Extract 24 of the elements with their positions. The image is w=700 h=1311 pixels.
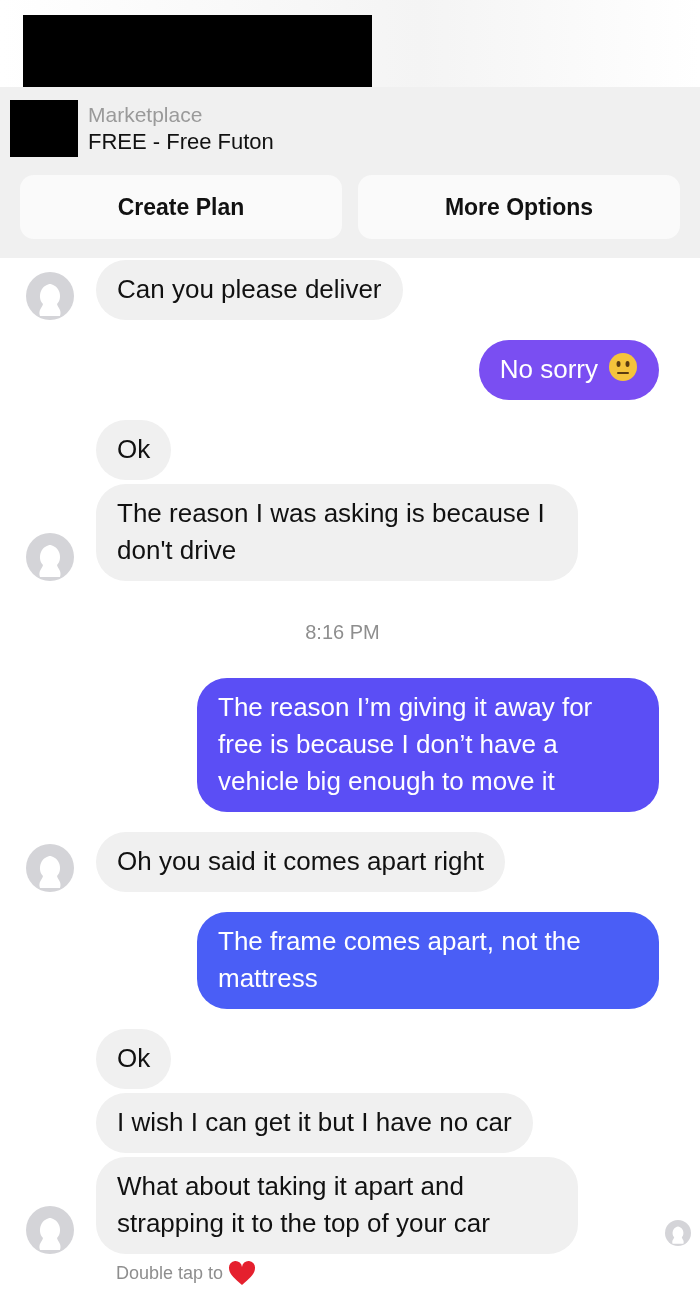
reaction-hint: Double tap to (116, 1262, 224, 1284)
action-button[interactable]: Create Plan (20, 175, 342, 239)
avatar-icon (26, 1206, 74, 1254)
redaction-bar (10, 100, 78, 157)
timestamp: 8:16 PM (305, 621, 380, 644)
avatar-icon (665, 1220, 691, 1246)
listing-category: Marketplace (88, 102, 204, 127)
action-button[interactable]: More Options (358, 175, 680, 239)
message-bubble: Can you please deliver (96, 260, 403, 320)
message-bubble: Ok (96, 1029, 172, 1089)
message-bubble: What about taking it apart and strapping it to the top of your car (96, 1157, 578, 1254)
avatar-icon (26, 272, 74, 320)
message-bubble: Ok (96, 420, 172, 480)
message-bubble: No sorry (478, 340, 659, 400)
message-bubble: The reason I was asking is because I don't drive (96, 484, 578, 581)
heart-icon[interactable] (228, 1260, 257, 1286)
message-bubble: Oh you said it comes apart right (96, 832, 506, 892)
listing-title: FREE - Free Futon (88, 128, 274, 155)
neutral-face-emoji-icon (608, 352, 638, 382)
message-bubble: I wish I can get it but I have no car (96, 1093, 533, 1153)
avatar-icon (26, 533, 74, 581)
message-bubble: The frame comes apart, not the mattress (197, 912, 659, 1009)
message-bubble: The reason I’m giving it away for free is because I don’t have a vehicle big enough to move it (197, 678, 659, 812)
avatar-icon (26, 844, 74, 892)
